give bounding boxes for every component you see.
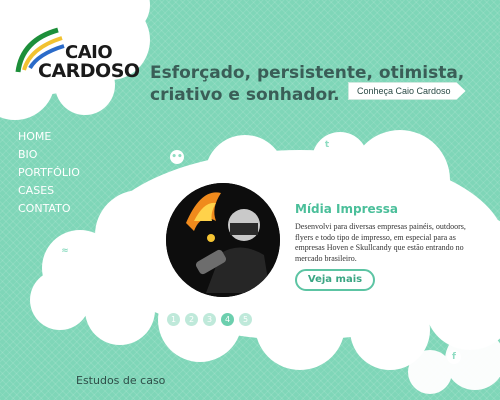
nav-item-contato[interactable]: CONTATO <box>18 200 80 218</box>
pager-dot-2[interactable]: 2 <box>185 313 198 326</box>
see-more-button[interactable]: Veja mais <box>295 269 375 291</box>
brand-logo[interactable]: CAIO CARDOSO <box>10 20 140 82</box>
nav-item-bio[interactable]: BIO <box>18 146 80 164</box>
about-cta-button[interactable]: Conheça Caio Cardoso <box>348 82 466 100</box>
brand-name-line2: CARDOSO <box>38 60 140 82</box>
flickr-icon[interactable]: •• <box>170 150 184 164</box>
case-studies-heading: Estudos de caso <box>76 374 166 387</box>
feature-photo <box>166 183 280 297</box>
shoe-icon[interactable]: ≈ <box>58 244 72 258</box>
nav-item-home[interactable]: HOME <box>18 128 80 146</box>
main-nav: HOME BIO PORTFÓLIO CASES CONTATO <box>18 128 80 218</box>
pager-dot-1[interactable]: 1 <box>167 313 180 326</box>
feature-title: Mídia Impressa <box>295 202 399 216</box>
nav-item-cases[interactable]: CASES <box>18 182 80 200</box>
feature-description: Desenvolvi para diversas empresas painéi… <box>295 222 466 263</box>
pager-dot-3[interactable]: 3 <box>203 313 216 326</box>
nav-item-portfolio[interactable]: PORTFÓLIO <box>18 164 80 182</box>
pager-dot-4[interactable]: 4 <box>221 313 234 326</box>
pager-dot-5[interactable]: 5 <box>239 313 252 326</box>
slider-pagination: 1 2 3 4 5 <box>167 313 252 326</box>
facebook-icon[interactable]: f <box>447 350 461 364</box>
twitter-icon[interactable]: t <box>320 138 334 152</box>
